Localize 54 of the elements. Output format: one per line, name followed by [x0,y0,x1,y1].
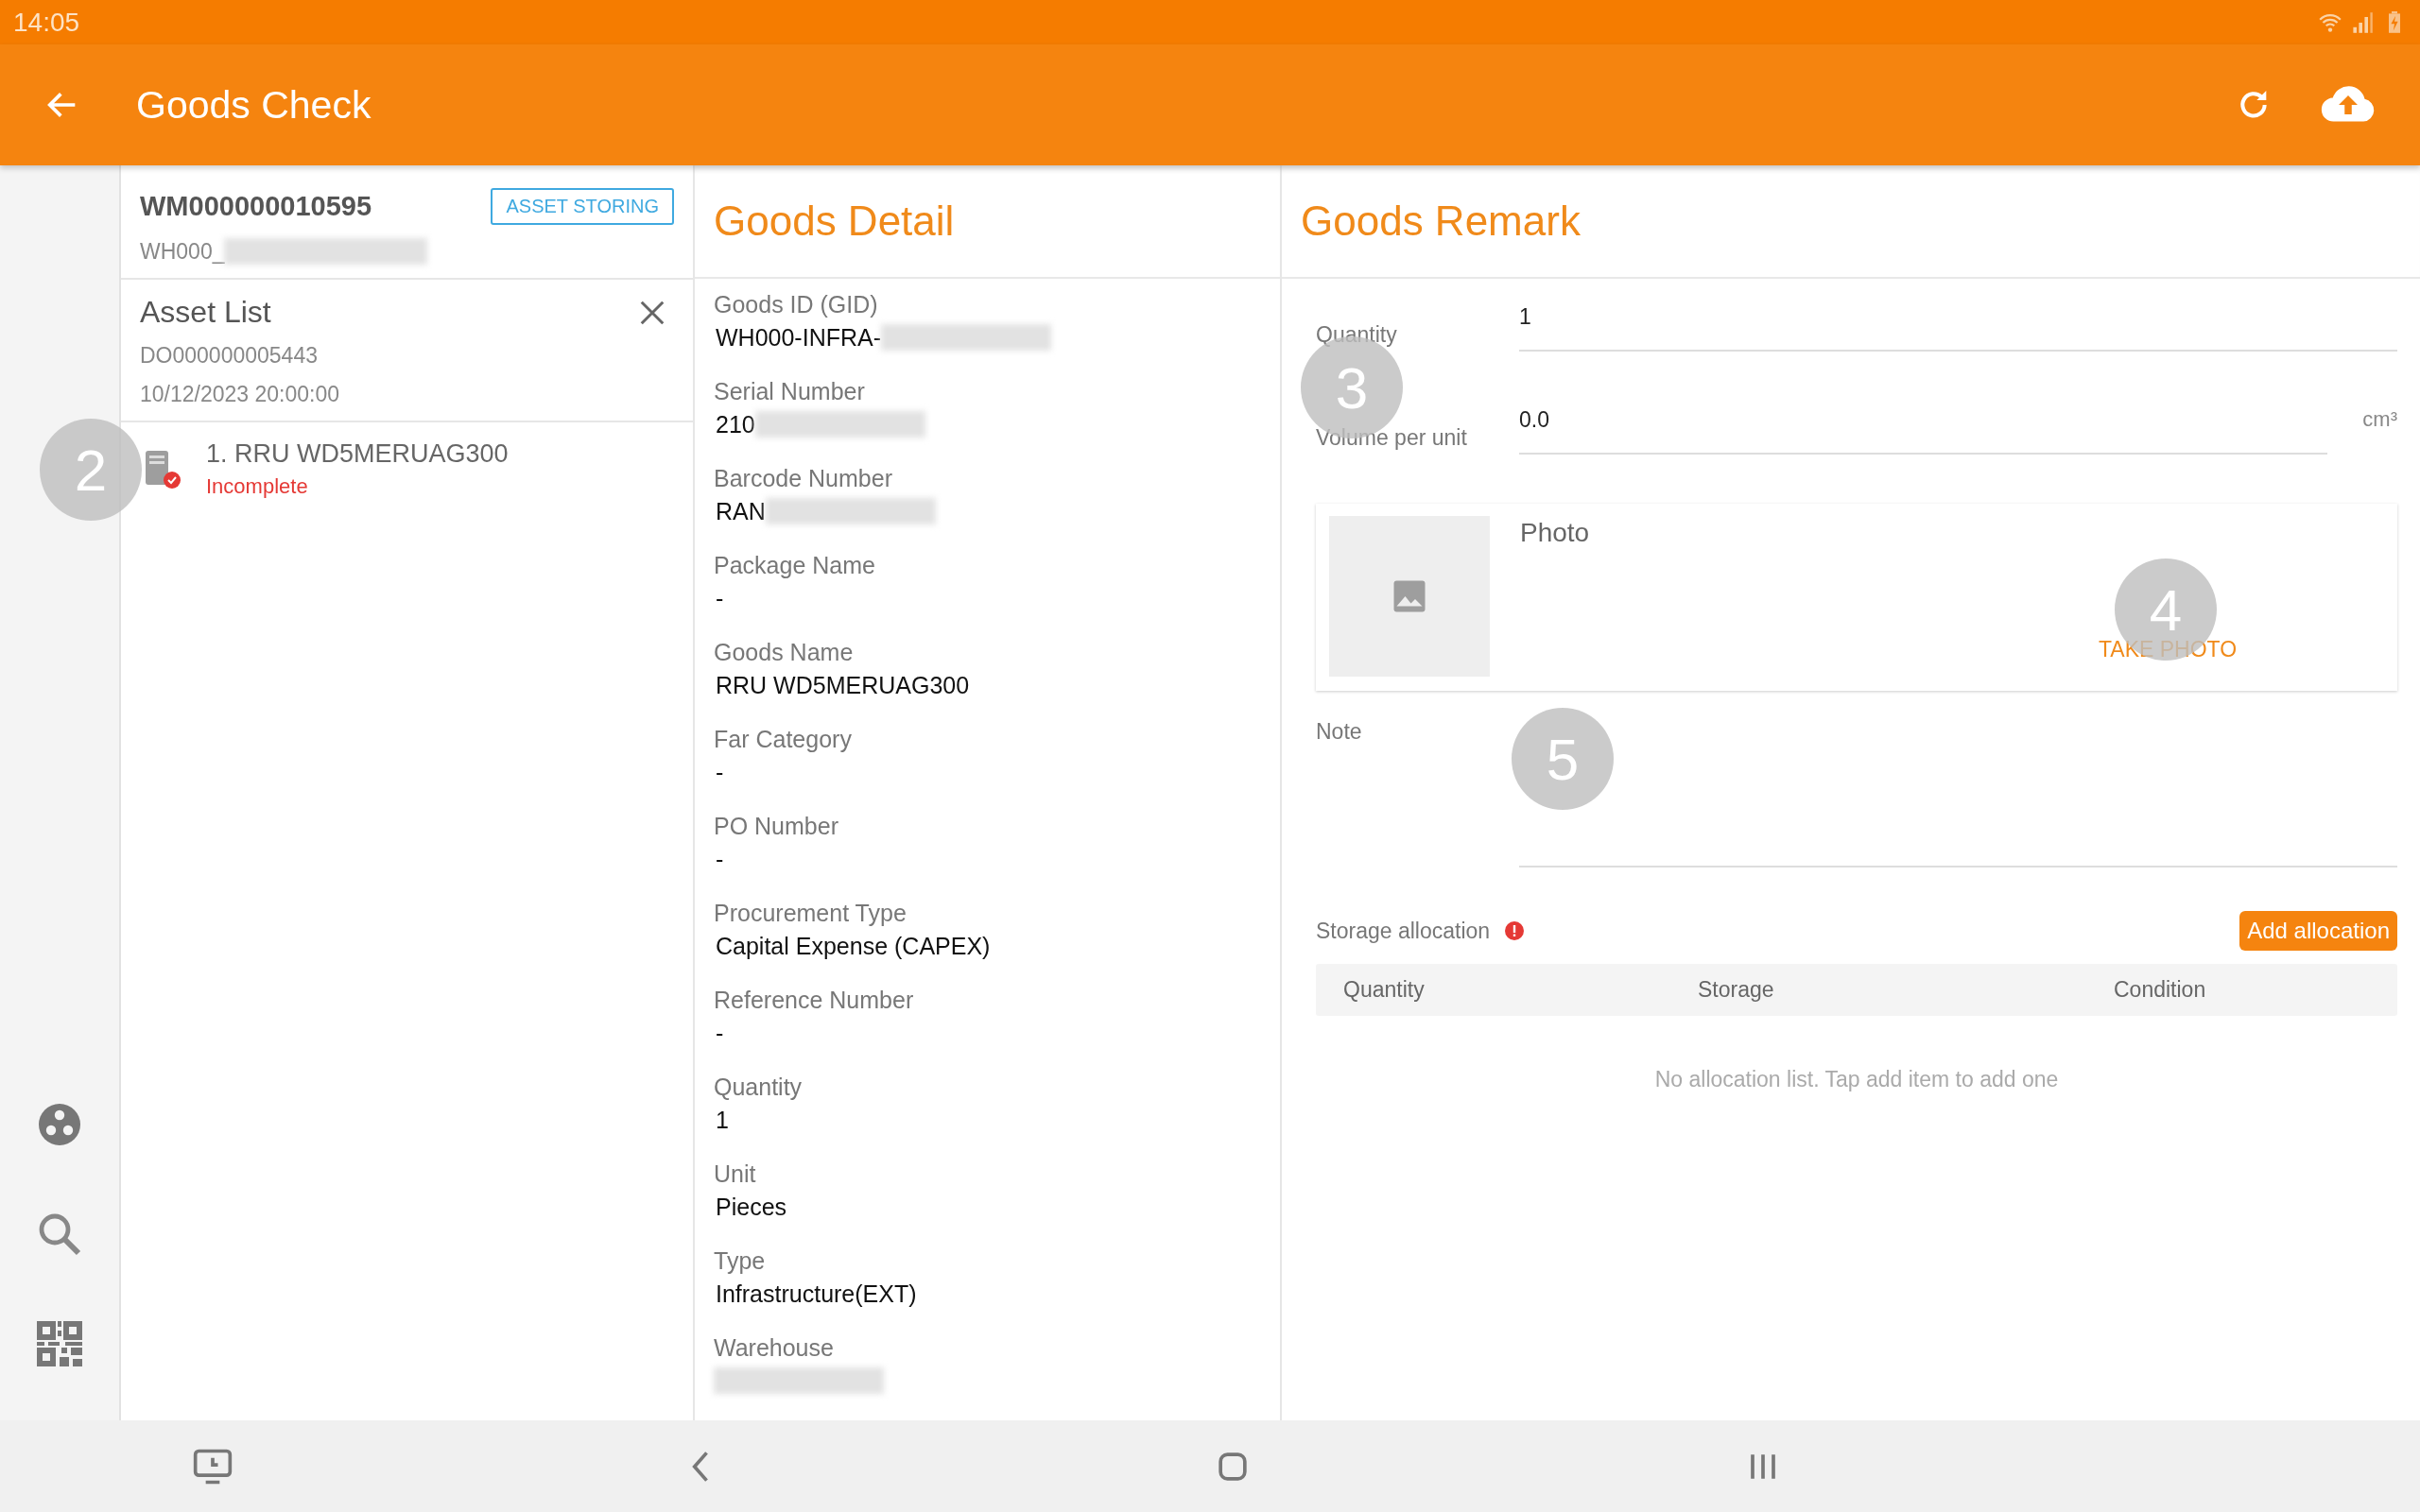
field-value: RRU WD5MERUAG300 [715,671,970,699]
section-title: Goods Detail [714,198,955,245]
field-value: Pieces [715,1193,787,1221]
section-title: Goods Remark [1301,198,1581,245]
field-value: - [715,584,724,612]
field-label: Serial Number [714,377,866,406]
field-value: - [715,758,724,786]
circle-dots-icon[interactable] [37,1102,82,1147]
field-label: Note [1316,719,1363,746]
column-header: Quantity [1343,977,1426,1003]
unit-label: cm³ [2361,407,2397,433]
field-value: 210 [715,410,755,438]
column-header: Storage [1698,977,1775,1003]
field-value: RAN [715,497,766,525]
asset-status: Incomplete [206,474,309,499]
field-value: - [715,845,724,873]
field-value: Infrastructure(EXT) [715,1280,917,1308]
field-label: Quantity [714,1073,804,1102]
screen-title: Goods Check [136,82,372,128]
search-icon[interactable] [37,1211,82,1257]
field-value: WH000-INFRA- [715,323,881,352]
field-label: Unit [714,1160,757,1189]
field-label: Warehouse [714,1333,835,1363]
signal-icon [2350,10,2375,34]
input-field[interactable]: 0.0 [1519,407,2327,455]
image-icon [1392,579,1426,613]
column-header: Condition [2114,977,2207,1003]
field-label: Reference Number [714,986,915,1015]
field-label: PO Number [714,812,839,841]
empty-message: No allocation list. Tap add item to add one [1653,1067,2060,1092]
input-field[interactable]: 1 [1519,304,2397,352]
field-label: Procurement Type [714,899,908,928]
field-label: Type [714,1246,767,1276]
document-number: DO000000005443 [140,343,319,369]
field-label: Far Category [714,725,853,754]
status-badge: ASSET STORING [491,188,674,225]
photo-label: Photo [1520,518,1590,549]
status-time: 14:05 [13,7,80,38]
field-value: 1 [715,1106,729,1134]
qr-code-icon[interactable] [37,1321,82,1366]
warehouse-code: WH000_ [140,238,225,265]
field-label: Goods Name [714,638,855,667]
section-label: Storage allocation [1316,918,1491,944]
field-label: Package Name [714,551,876,580]
field-label: Goods ID (GID) [714,290,879,319]
panel-title: Asset List [140,295,271,330]
field-value: Capital Expense (CAPEX) [715,932,991,960]
field-label: Volume per unit [1316,425,1468,452]
order-number: WM000000010595 [140,191,372,222]
asset-name: 1. RRU WD5MERUAG300 [206,439,509,469]
field-label: Barcode Number [714,464,893,493]
document-date: 10/12/2023 20:00:00 [140,382,341,407]
field-label: Quantity [1316,322,1398,349]
field-value: - [715,1019,724,1047]
